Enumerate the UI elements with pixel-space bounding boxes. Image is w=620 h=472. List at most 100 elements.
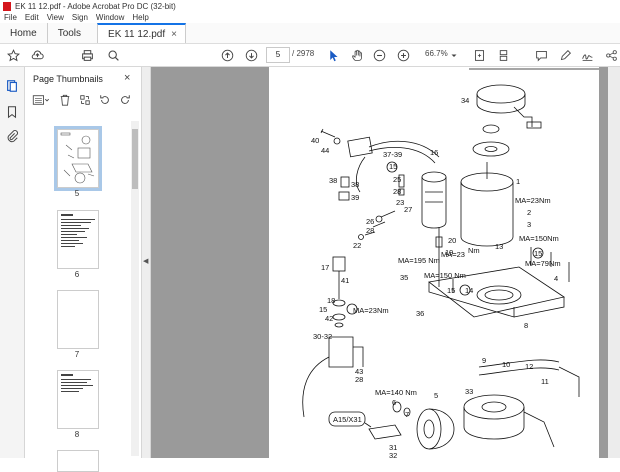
previous-page-icon[interactable] [220,47,234,63]
thumbnail-page-5[interactable] [54,126,102,191]
diagram-label: 17 [321,263,329,272]
diagram-label: 6 [392,398,396,407]
diagram-label: 3 [527,220,531,229]
diagram-label: MA=150 Nm [424,271,466,280]
diagram-label: 15 [319,305,327,314]
diagram-label: 33 [465,387,473,396]
diagram-label: 25 [393,175,401,184]
scroll-mode-icon[interactable] [496,47,510,63]
diagram-label: 22 [353,241,361,250]
menu-view[interactable]: View [47,13,64,22]
tab-tools-label: Tools [57,27,82,39]
tab-close-icon[interactable]: × [171,29,177,40]
diagram-label: 14 [465,286,473,295]
thumbnail-page-6[interactable] [57,210,99,269]
sign-icon[interactable] [580,47,594,63]
main-toolbar: 5 / 2978 66.7% [0,44,620,67]
upload-cloud-icon[interactable] [30,47,44,63]
thumbnail-page-7[interactable] [57,290,99,349]
thumbnails-panel: Page Thumbnails × 5 6 7 8 [25,67,142,472]
panel-close-icon[interactable]: × [124,72,130,84]
diagram-label: 15 [447,286,455,295]
thumbnail-list: 5 6 7 8 [25,117,129,472]
tab-home-label: Home [10,27,37,39]
tab-document[interactable]: EK 11 12.pdf × [97,23,186,43]
next-page-icon[interactable] [244,47,258,63]
scrollbar-thumb[interactable] [132,129,138,189]
document-scrollbar[interactable] [608,67,620,458]
diagram-label: 34 [461,96,469,105]
bookmarks-icon[interactable] [5,105,19,119]
diagram-label: 41 [341,276,349,285]
diagram-label: 16 [430,148,438,157]
delete-page-icon[interactable] [59,94,71,109]
zoom-in-icon[interactable] [396,47,410,63]
diagram-label: 44 [321,146,329,155]
diagram-label: MA=23 [441,250,465,259]
diagram-label: 2 [527,208,531,217]
diagram-label: 28 [393,187,401,196]
thumbnail-options-icon[interactable] [31,94,51,109]
menu-edit[interactable]: Edit [25,13,39,22]
thumbnail-label: 5 [74,189,80,198]
collapse-arrow-icon[interactable]: ◀ [143,257,148,265]
thumbnail-scrollbar[interactable] [131,121,139,456]
share-icon[interactable] [604,47,618,63]
hand-tool-icon[interactable] [350,47,364,63]
page-total: / 2978 [292,49,315,58]
diagram-label: MA=23Nm [515,196,551,205]
thumbnail-label: 8 [74,430,80,439]
diagram-label: 1 [516,177,520,186]
replace-page-icon[interactable] [79,94,91,109]
navigation-pane [0,67,25,458]
diagram-label: Nm [468,246,480,255]
menu-help[interactable]: Help [132,13,148,22]
rotate-ccw-icon[interactable] [99,94,111,109]
page-number-input[interactable]: 5 [266,47,290,63]
search-icon[interactable] [106,47,120,63]
diagram-label: 15 [534,249,542,258]
select-cursor-icon[interactable] [326,47,340,63]
diagram-label: MA=23Nm [353,306,389,315]
zoom-dropdown-icon[interactable] [450,47,458,63]
window-titlebar: EK 11 12.pdf - Adobe Acrobat Pro DC (32-… [0,0,620,12]
tab-bar: Home Tools EK 11 12.pdf × [0,23,620,44]
diagram-label: 38 [351,180,359,189]
diagram-label: 5 [434,391,438,400]
diagram-label: MA=79Nm [525,259,561,268]
thumbnail-page-9[interactable] [57,450,99,472]
menu-file[interactable]: File [4,13,17,22]
menu-window[interactable]: Window [96,13,124,22]
pen-icon[interactable] [558,47,572,63]
fit-page-icon[interactable] [472,47,486,63]
zoom-out-icon[interactable] [372,47,386,63]
tab-document-label: EK 11 12.pdf [108,28,166,40]
comment-icon[interactable] [534,47,548,63]
exploded-parts-diagram: 34 40 44 37-39 16 15 25 28 38 38 39 1 27… [302,68,599,460]
bookmark-star-icon[interactable] [6,47,20,63]
panel-collapse-handle[interactable]: ◀ [142,67,151,458]
diagram-label: 23 [396,198,404,207]
diagram-label: 4 [554,274,558,283]
tab-home[interactable]: Home [0,23,48,43]
attachments-icon[interactable] [5,129,19,143]
panel-title: Page Thumbnails [33,74,103,84]
print-icon[interactable] [80,47,94,63]
diagram-label: 27 [404,205,412,214]
thumbnail-label: 7 [74,350,80,359]
diagram-label: 42 [325,314,333,323]
diagram-label: 12 [525,362,533,371]
panel-toolbar [31,93,131,109]
menu-sign[interactable]: Sign [72,13,88,22]
page-thumbnails-icon[interactable] [5,79,19,93]
diagram-label: MA=140 Nm [375,388,417,397]
zoom-value[interactable]: 66.7% [425,49,448,58]
rotate-cw-icon[interactable] [119,94,131,109]
tab-tools[interactable]: Tools [48,23,97,43]
diagram-label: 30-32 [313,332,332,341]
diagram-label: 20 [448,236,456,245]
pdf-page: 34 40 44 37-39 16 15 25 28 38 38 39 1 27… [269,67,599,460]
diagram-label: 15 [389,162,397,171]
window-title: EK 11 12.pdf - Adobe Acrobat Pro DC (32-… [15,1,176,11]
thumbnail-page-8[interactable] [57,370,99,429]
